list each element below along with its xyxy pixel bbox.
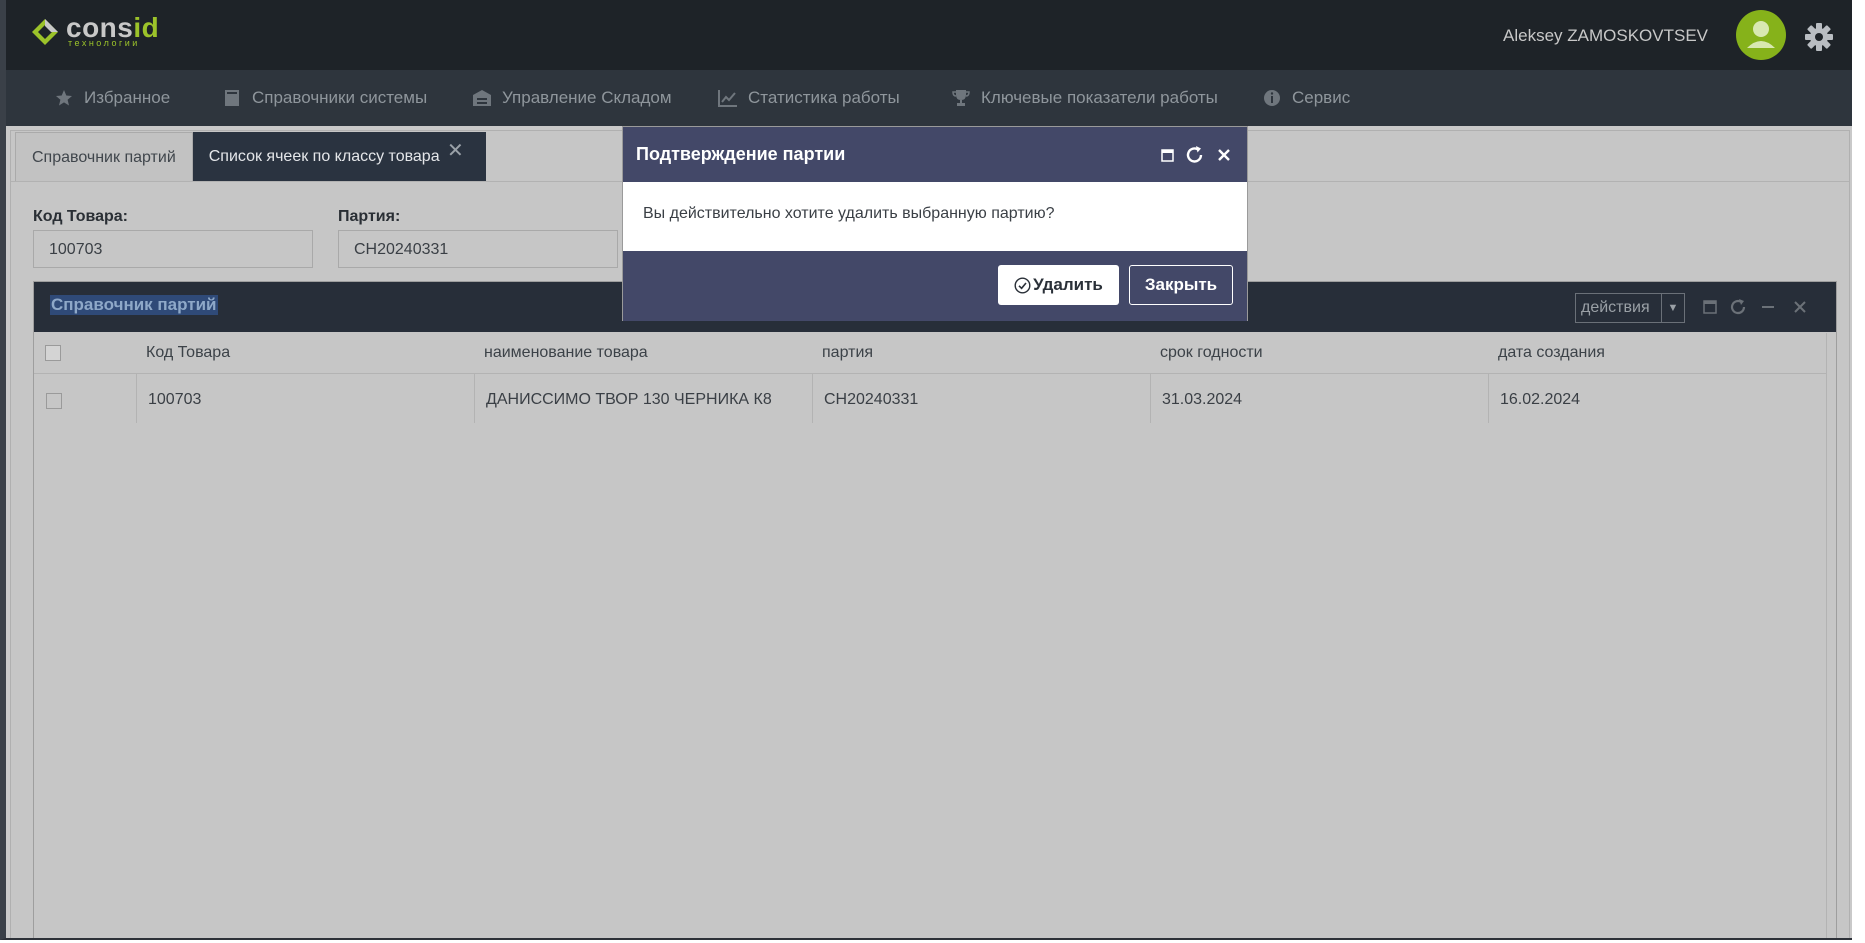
actions-label: действия xyxy=(1576,294,1662,322)
header-divider xyxy=(34,373,1826,374)
cell-expiry-date: 31.03.2024 xyxy=(1162,391,1243,408)
product-code-label: Код Товара: xyxy=(33,208,128,225)
column-divider xyxy=(812,373,813,423)
tab-batch-directory[interactable]: Справочник партий xyxy=(15,132,193,182)
refresh-icon[interactable] xyxy=(1184,144,1206,166)
menu-item-favorites[interactable]: Избранное xyxy=(54,70,170,126)
batch-field[interactable]: CH20240331 xyxy=(338,230,618,268)
check-circle-icon xyxy=(1014,276,1031,294)
row-checkbox[interactable] xyxy=(46,393,62,409)
maximize-icon[interactable] xyxy=(1156,144,1178,166)
column-header-expiry-date[interactable]: срок годности xyxy=(1160,333,1263,373)
warehouse-icon xyxy=(472,89,492,107)
menu-label: Управление Складом xyxy=(502,88,672,107)
tab-label: Список ячеек по классу товара xyxy=(208,148,440,165)
user-icon xyxy=(1747,21,1775,48)
close-button[interactable]: Закрыть xyxy=(1129,265,1233,305)
tab-bar: Справочник партий Список ячеек по классу… xyxy=(15,132,486,182)
cell-batch: CH20240331 xyxy=(824,391,919,408)
minimize-icon[interactable] xyxy=(1757,296,1779,318)
menu-label: Ключевые показатели работы xyxy=(981,88,1218,107)
dialog-title: Подтверждение партии xyxy=(636,144,846,164)
main-menu: Избранное Справочники системы Управление… xyxy=(6,70,1852,126)
actions-dropdown[interactable]: действия ▼ xyxy=(1575,293,1685,323)
dialog-message: Вы действительно хотите удалить выбранну… xyxy=(643,205,1055,222)
confirm-delete-dialog: Подтверждение партии Вы действительно хо… xyxy=(622,126,1248,321)
menu-item-kpi[interactable]: Ключевые показатели работы xyxy=(951,70,1218,126)
star-icon xyxy=(54,89,74,107)
column-divider xyxy=(474,373,475,423)
top-bar: consid технологии Aleksey ZAMOSKOVTSEV xyxy=(6,0,1852,70)
menu-item-statistics[interactable]: Статистика работы xyxy=(718,70,900,126)
close-icon[interactable] xyxy=(1789,296,1811,318)
close-button-label: Закрыть xyxy=(1144,275,1218,294)
column-divider xyxy=(136,373,137,423)
column-divider xyxy=(1488,373,1489,423)
column-divider xyxy=(1150,373,1151,423)
menu-label: Статистика работы xyxy=(748,88,900,107)
logo-mark-icon xyxy=(30,17,60,47)
trophy-icon xyxy=(951,89,971,107)
cell-product-name: ДАНИССИМО ТВОР 130 ЧЕРНИКА К8 xyxy=(486,391,772,408)
menu-label: Избранное xyxy=(84,88,171,107)
dialog-header: Подтверждение партии xyxy=(623,127,1247,182)
refresh-icon[interactable] xyxy=(1727,296,1749,318)
delete-button-label: Удалить xyxy=(1033,275,1103,294)
close-icon[interactable] xyxy=(1213,144,1235,166)
product-code-field[interactable]: 100703 xyxy=(33,230,313,268)
column-header-creation-date[interactable]: дата создания xyxy=(1498,333,1605,373)
tab-label: Справочник партий xyxy=(32,148,176,166)
logo-subtitle: технологии xyxy=(68,38,140,48)
grid-title: Справочник партий xyxy=(50,295,218,315)
menu-item-warehouse[interactable]: Управление Складом xyxy=(472,70,672,126)
cell-product-code: 100703 xyxy=(148,391,202,408)
info-icon xyxy=(1262,89,1282,107)
delete-button[interactable]: Удалить xyxy=(998,265,1119,305)
menu-item-service[interactable]: Сервис xyxy=(1262,70,1350,126)
grid-scrollbar-edge xyxy=(1826,333,1827,938)
maximize-icon[interactable] xyxy=(1699,296,1721,318)
dialog-footer: Удалить Закрыть xyxy=(623,251,1247,321)
avatar[interactable] xyxy=(1736,10,1786,60)
book-icon xyxy=(222,89,242,107)
tab-cells-by-class[interactable]: Список ячеек по классу товара ✕ xyxy=(192,132,486,182)
column-header-product-name[interactable]: наименование товара xyxy=(484,333,648,373)
chevron-down-icon[interactable]: ▼ xyxy=(1662,294,1684,322)
menu-label: Сервис xyxy=(1292,88,1351,107)
user-name[interactable]: Aleksey ZAMOSKOVTSEV xyxy=(1503,26,1708,46)
batch-label: Партия: xyxy=(338,208,401,225)
cell-creation-date: 16.02.2024 xyxy=(1500,391,1581,408)
column-header-batch[interactable]: партия xyxy=(822,333,873,373)
close-icon[interactable]: ✕ xyxy=(447,138,464,163)
column-header-product-code[interactable]: Код Товара xyxy=(146,333,230,373)
consid-logo[interactable]: consid технологии xyxy=(30,14,159,48)
menu-label: Справочники системы xyxy=(252,88,428,107)
select-all-checkbox[interactable] xyxy=(45,345,61,361)
gear-icon[interactable] xyxy=(1802,20,1836,54)
chart-icon xyxy=(718,89,738,107)
batch-grid-panel: Справочник партий действия ▼ Код Товара … xyxy=(33,281,1837,938)
app-window: consid технологии Aleksey ZAMOSKOVTSEV И… xyxy=(0,0,1852,940)
menu-item-system-directories[interactable]: Справочники системы xyxy=(222,70,427,126)
